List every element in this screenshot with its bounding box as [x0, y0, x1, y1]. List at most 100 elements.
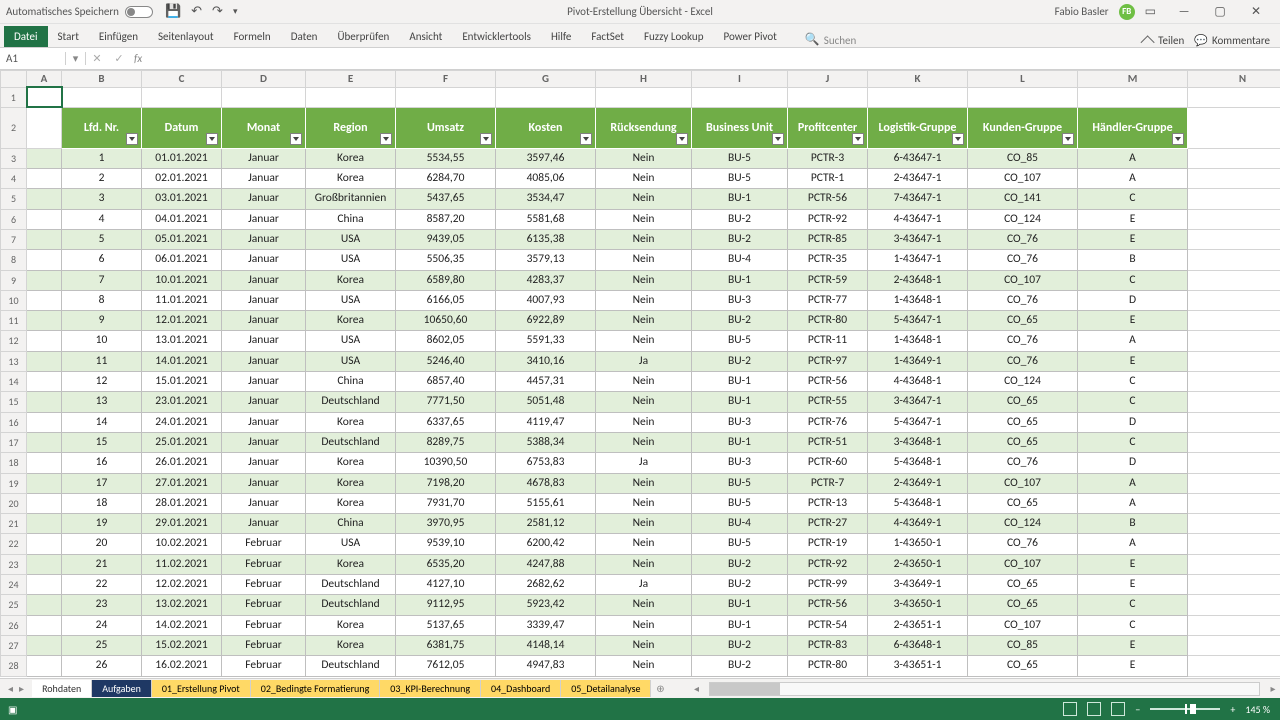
ribbon-mode-icon[interactable]: ▭	[1145, 4, 1156, 19]
table-cell[interactable]: Januar	[222, 311, 306, 331]
table-cell[interactable]: 5246,40	[396, 351, 496, 371]
table-cell[interactable]: 02.01.2021	[142, 169, 222, 189]
table-cell[interactable]: 5-43648-1	[868, 493, 968, 513]
table-cell[interactable]: 4-43647-1	[868, 209, 968, 229]
table-cell[interactable]: 3-43647-1	[868, 229, 968, 249]
sheet-tab[interactable]: 03_KPI-Berechnung	[380, 680, 481, 697]
table-cell[interactable]: PCTR-51	[788, 432, 868, 452]
table-cell[interactable]: 23	[62, 595, 142, 615]
table-cell[interactable]: 9	[62, 311, 142, 331]
table-cell[interactable]: Nein	[596, 189, 692, 209]
filter-icon[interactable]	[772, 133, 784, 145]
table-cell[interactable]: 11.02.2021	[142, 554, 222, 574]
table-cell[interactable]: 3597,46	[496, 148, 596, 168]
table-cell[interactable]: CO_107	[968, 270, 1078, 290]
table-cell[interactable]: 3-43651-1	[868, 656, 968, 676]
table-cell[interactable]: PCTR-99	[788, 575, 868, 595]
sheet-tab[interactable]: 05_Detailanalyse	[561, 680, 651, 697]
maximize-button[interactable]: ▢	[1202, 0, 1238, 24]
table-cell[interactable]: Nein	[596, 148, 692, 168]
table-cell[interactable]: 1-43648-1	[868, 290, 968, 310]
table-cell[interactable]: Nein	[596, 169, 692, 189]
table-cell[interactable]: USA	[306, 331, 396, 351]
table-cell[interactable]: BU-2	[692, 351, 788, 371]
table-cell[interactable]: 2581,12	[496, 514, 596, 534]
table-cell[interactable]: Januar	[222, 331, 306, 351]
table-cell[interactable]: C	[1078, 595, 1188, 615]
table-cell[interactable]: Nein	[596, 493, 692, 513]
table-cell[interactable]: 5591,33	[496, 331, 596, 351]
table-cell[interactable]: D	[1078, 453, 1188, 473]
hscroll-right-icon[interactable]: ▸	[1266, 682, 1280, 695]
table-cell[interactable]: 10390,50	[396, 453, 496, 473]
table-cell[interactable]: 7612,05	[396, 656, 496, 676]
table-header[interactable]: Rücksendung	[596, 107, 692, 148]
table-cell[interactable]: BU-5	[692, 148, 788, 168]
table-cell[interactable]: Januar	[222, 412, 306, 432]
table-cell[interactable]: 6753,83	[496, 453, 596, 473]
table-cell[interactable]: 4127,10	[396, 575, 496, 595]
table-cell[interactable]: 25	[62, 635, 142, 655]
tab-nav-first-icon[interactable]: ◂	[8, 682, 13, 695]
table-cell[interactable]: Januar	[222, 473, 306, 493]
column-header-B[interactable]: B	[62, 71, 142, 88]
table-cell[interactable]: 1-43650-1	[868, 534, 968, 554]
table-cell[interactable]: 2-43649-1	[868, 473, 968, 493]
table-cell[interactable]: C	[1078, 270, 1188, 290]
table-cell[interactable]: CO_65	[968, 656, 1078, 676]
table-cell[interactable]: E	[1078, 229, 1188, 249]
row-header-22[interactable]: 22	[1, 534, 27, 554]
column-header-J[interactable]: J	[788, 71, 868, 88]
row-header-14[interactable]: 14	[1, 372, 27, 392]
table-cell[interactable]: USA	[306, 229, 396, 249]
table-cell[interactable]: Nein	[596, 595, 692, 615]
table-cell[interactable]: Deutschland	[306, 575, 396, 595]
table-header[interactable]: Umsatz	[396, 107, 496, 148]
table-cell[interactable]: Januar	[222, 493, 306, 513]
table-cell[interactable]: BU-2	[692, 209, 788, 229]
table-cell[interactable]: 15.01.2021	[142, 372, 222, 392]
table-cell[interactable]: 5	[62, 229, 142, 249]
table-cell[interactable]: BU-1	[692, 615, 788, 635]
table-cell[interactable]: Korea	[306, 473, 396, 493]
table-cell[interactable]: Februar	[222, 534, 306, 554]
table-cell[interactable]: CO_65	[968, 595, 1078, 615]
column-header-G[interactable]: G	[496, 71, 596, 88]
table-cell[interactable]: 3410,16	[496, 351, 596, 371]
table-cell[interactable]: C	[1078, 372, 1188, 392]
horizontal-scrollbar[interactable]	[709, 682, 1260, 696]
table-cell[interactable]: Korea	[306, 635, 396, 655]
row-header-25[interactable]: 25	[1, 595, 27, 615]
table-cell[interactable]: 25.01.2021	[142, 432, 222, 452]
column-header-D[interactable]: D	[222, 71, 306, 88]
table-cell[interactable]: 12	[62, 372, 142, 392]
table-cell[interactable]: 6857,40	[396, 372, 496, 392]
table-cell[interactable]: 9439,05	[396, 229, 496, 249]
table-cell[interactable]: BU-2	[692, 656, 788, 676]
table-cell[interactable]: 19	[62, 514, 142, 534]
table-cell[interactable]: PCTR-27	[788, 514, 868, 534]
table-cell[interactable]: Februar	[222, 554, 306, 574]
table-cell[interactable]: CO_76	[968, 351, 1078, 371]
table-cell[interactable]: 16	[62, 453, 142, 473]
table-cell[interactable]: CO_65	[968, 493, 1078, 513]
table-cell[interactable]: CO_65	[968, 311, 1078, 331]
column-header-E[interactable]: E	[306, 71, 396, 88]
table-cell[interactable]: E	[1078, 351, 1188, 371]
cancel-icon[interactable]: ✕	[86, 52, 108, 65]
table-cell[interactable]: 1-43649-1	[868, 351, 968, 371]
table-cell[interactable]: 2-43650-1	[868, 554, 968, 574]
table-header[interactable]: Region	[306, 107, 396, 148]
table-cell[interactable]: 3	[62, 189, 142, 209]
row-header-12[interactable]: 12	[1, 331, 27, 351]
table-cell[interactable]: 05.01.2021	[142, 229, 222, 249]
table-cell[interactable]: 3579,13	[496, 250, 596, 270]
table-cell[interactable]: PCTR-1	[788, 169, 868, 189]
table-cell[interactable]: Ja	[596, 453, 692, 473]
table-cell[interactable]: PCTR-7	[788, 473, 868, 493]
table-cell[interactable]: Nein	[596, 250, 692, 270]
table-cell[interactable]: 4-43648-1	[868, 372, 968, 392]
table-cell[interactable]: CO_76	[968, 453, 1078, 473]
cell[interactable]	[868, 87, 968, 107]
qat-more-icon[interactable]: ▾	[233, 6, 238, 17]
